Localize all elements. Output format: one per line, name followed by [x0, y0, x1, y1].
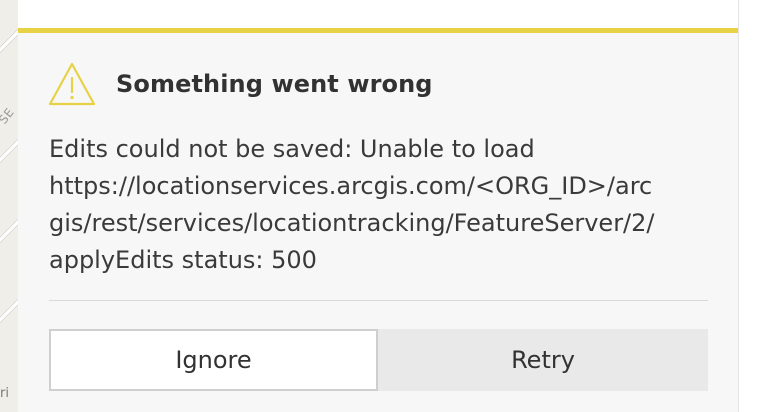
panel-right-edge [738, 0, 770, 412]
map-place-label: ri [0, 386, 9, 401]
warning-triangle-icon [48, 62, 96, 106]
panel-above-alert [18, 0, 738, 30]
retry-button[interactable]: Retry [378, 329, 708, 391]
alert-divider [49, 300, 708, 301]
ignore-button[interactable]: Ignore [49, 329, 378, 391]
alert-title: Something went wrong [116, 70, 433, 98]
alert-header: Something went wrong [48, 61, 433, 107]
alert-message: Edits could not be saved: Unable to load… [49, 135, 655, 274]
error-alert: Something went wrong Edits could not be … [18, 28, 738, 412]
